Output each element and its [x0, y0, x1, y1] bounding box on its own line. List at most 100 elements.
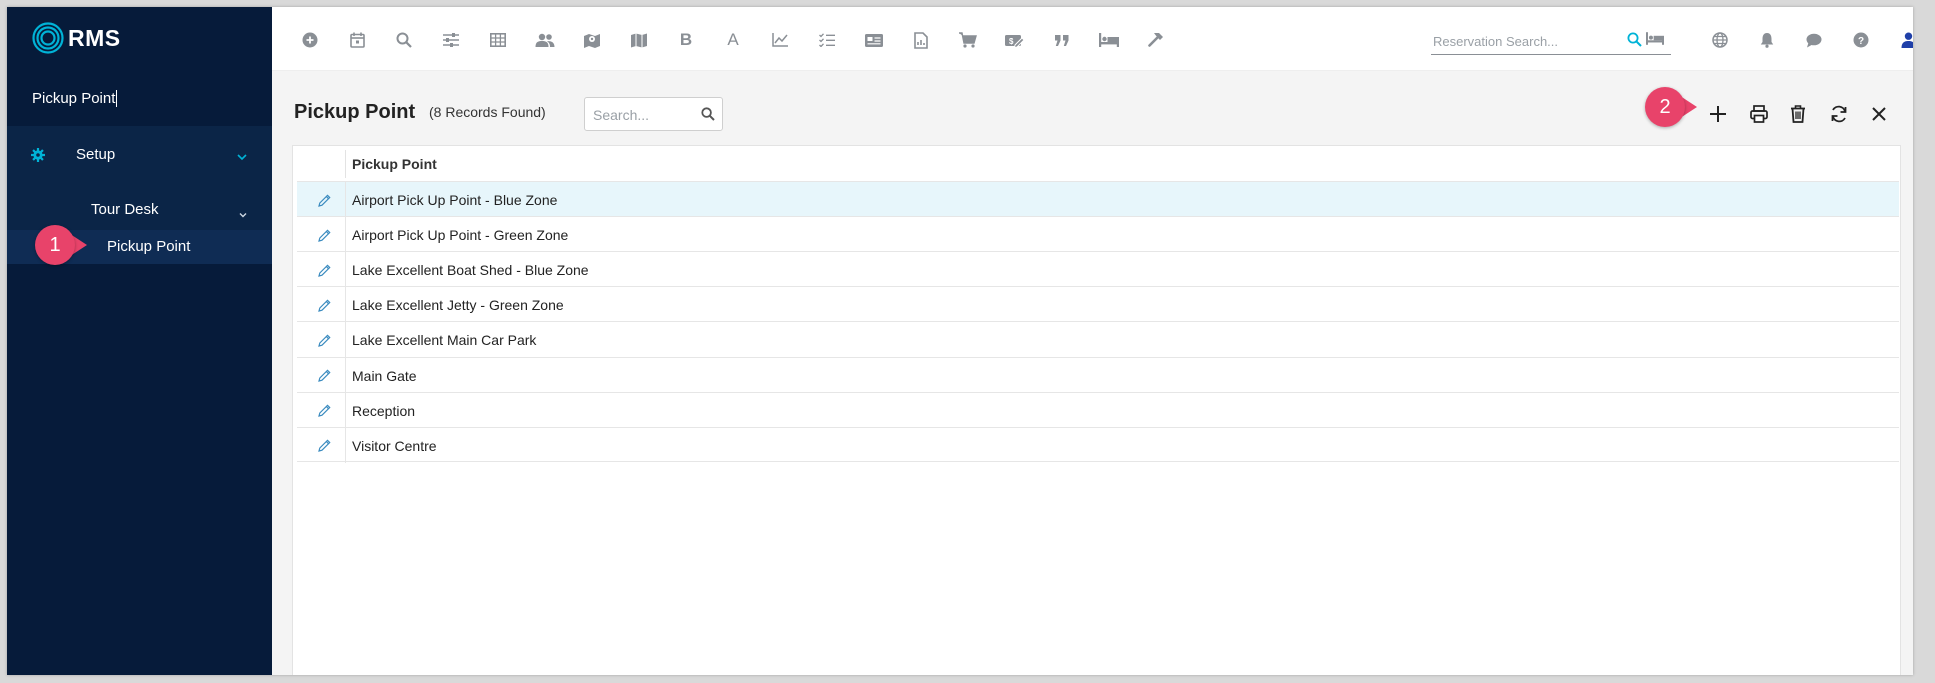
column-divider	[345, 182, 346, 217]
bed-icon[interactable]	[1646, 32, 1664, 50]
globe-icon[interactable]	[1709, 29, 1731, 51]
edit-pencil-icon[interactable]	[315, 261, 333, 279]
top-toolbar: B A $ Reservation Search... ?	[272, 7, 1913, 71]
table-header: Pickup Point	[293, 146, 1902, 178]
menu-search-input[interactable]: Pickup Point	[32, 87, 247, 109]
pickup-point-name: Lake Excellent Main Car Park	[352, 332, 537, 349]
edit-pencil-icon[interactable]	[315, 226, 333, 244]
svg-text:$: $	[1009, 37, 1014, 46]
report-icon[interactable]	[910, 29, 932, 51]
table-row[interactable]: Visitor Centre	[297, 426, 1899, 463]
help-icon[interactable]: ?	[1850, 29, 1872, 51]
pickup-point-name: Main Gate	[352, 367, 417, 384]
search-icon[interactable]	[701, 107, 715, 126]
table-row[interactable]: Reception	[297, 391, 1899, 428]
svg-text:?: ?	[1858, 36, 1864, 47]
bell-icon[interactable]	[1756, 29, 1778, 51]
records-count: (8 Records Found)	[429, 104, 546, 120]
column-divider	[345, 357, 346, 393]
chevron-down-icon	[237, 148, 247, 165]
sidebar-item-setup[interactable]: Setup	[7, 126, 272, 184]
table-row[interactable]: Lake Excellent Main Car Park	[297, 321, 1899, 358]
edit-pencil-icon[interactable]	[315, 367, 333, 385]
add-circle-icon[interactable]	[299, 29, 321, 51]
grid-icon[interactable]	[487, 29, 509, 51]
table-row[interactable]: Main Gate	[297, 356, 1899, 393]
page-title: Pickup Point	[294, 101, 416, 123]
edit-pencil-icon[interactable]	[315, 191, 333, 209]
column-header-pickup-point[interactable]: Pickup Point	[352, 156, 437, 172]
gear-icon	[31, 148, 45, 166]
id-card-icon[interactable]	[863, 29, 885, 51]
app-window: RMS Pickup Point Setup Tour Desk Pickup …	[7, 7, 1913, 675]
reservation-search-input[interactable]	[1433, 31, 1618, 51]
chevron-down-icon	[239, 205, 247, 222]
table-row[interactable]: Airport Pick Up Point - Green Zone	[297, 216, 1899, 253]
callout-number: 2	[1645, 87, 1685, 127]
column-divider	[345, 427, 346, 463]
close-button[interactable]	[1865, 100, 1893, 128]
line-chart-icon[interactable]	[769, 29, 791, 51]
map-icon[interactable]	[628, 29, 650, 51]
sidebar-item-label: Tour Desk	[91, 201, 159, 218]
user-icon[interactable]	[1897, 29, 1913, 51]
grid-search	[584, 97, 723, 131]
column-divider	[345, 217, 346, 253]
menu-search-value: Pickup Point	[32, 89, 116, 107]
quote-icon[interactable]	[1051, 29, 1073, 51]
people-icon[interactable]	[534, 29, 556, 51]
reservation-search	[1431, 27, 1671, 55]
bed-icon[interactable]	[1098, 29, 1120, 51]
main-content: Pickup Point (8 Records Found) Pickup Po	[272, 71, 1913, 675]
pickup-point-name: Reception	[352, 402, 416, 419]
pickup-point-name: Lake Excellent Boat Shed - Blue Zone	[352, 262, 589, 279]
hammer-icon[interactable]	[1145, 29, 1167, 51]
pickup-point-name: Visitor Centre	[352, 437, 437, 454]
edit-pencil-icon[interactable]	[315, 296, 333, 314]
calendar-icon[interactable]	[346, 29, 368, 51]
column-divider	[345, 252, 346, 288]
letter-a-icon[interactable]: A	[722, 29, 744, 51]
printer-icon	[1750, 105, 1768, 123]
column-divider	[345, 287, 346, 323]
map-pin-icon[interactable]	[581, 29, 603, 51]
sliders-icon[interactable]	[440, 29, 462, 51]
sidebar-item-label: Setup	[76, 146, 116, 163]
callout-number: 1	[35, 225, 75, 265]
refresh-icon	[1831, 105, 1847, 123]
sidebar: RMS Pickup Point Setup Tour Desk Pickup …	[7, 7, 272, 675]
close-icon	[1872, 107, 1886, 121]
print-button[interactable]	[1745, 100, 1773, 128]
add-button[interactable]	[1704, 100, 1732, 128]
refresh-button[interactable]	[1825, 100, 1853, 128]
edit-pencil-icon[interactable]	[315, 437, 333, 455]
callout-badge-2: 2	[1645, 87, 1697, 127]
grid-search-input[interactable]	[593, 106, 693, 124]
logo-text: RMS	[68, 24, 121, 51]
callout-badge-1: 1	[35, 225, 87, 265]
rms-logo[interactable]: RMS	[32, 22, 121, 54]
bold-b-icon[interactable]: B	[675, 29, 697, 51]
chat-icon[interactable]	[1803, 29, 1825, 51]
column-divider	[345, 392, 346, 428]
delete-button[interactable]	[1784, 100, 1812, 128]
text-caret	[116, 89, 118, 107]
column-divider	[345, 322, 346, 358]
voucher-icon[interactable]: $	[1004, 29, 1026, 51]
column-divider	[345, 150, 346, 178]
search-icon[interactable]	[393, 29, 415, 51]
pickup-point-name: Lake Excellent Jetty - Green Zone	[352, 297, 564, 314]
cart-icon[interactable]	[957, 29, 979, 51]
trash-icon	[1791, 105, 1805, 123]
plus-icon	[1710, 106, 1726, 122]
sidebar-item-label: Pickup Point	[107, 238, 191, 255]
pickup-point-table: Pickup Point Airport Pick Up Point - Blu…	[292, 145, 1901, 675]
edit-pencil-icon[interactable]	[315, 402, 333, 420]
table-row[interactable]: Airport Pick Up Point - Blue Zone	[297, 181, 1899, 217]
search-icon[interactable]	[1627, 32, 1642, 52]
table-row[interactable]: Lake Excellent Boat Shed - Blue Zone	[297, 251, 1899, 288]
sidebar-item-tour-desk[interactable]: Tour Desk	[7, 193, 272, 227]
checklist-icon[interactable]	[816, 29, 838, 51]
edit-pencil-icon[interactable]	[315, 331, 333, 349]
table-row[interactable]: Lake Excellent Jetty - Green Zone	[297, 286, 1899, 323]
